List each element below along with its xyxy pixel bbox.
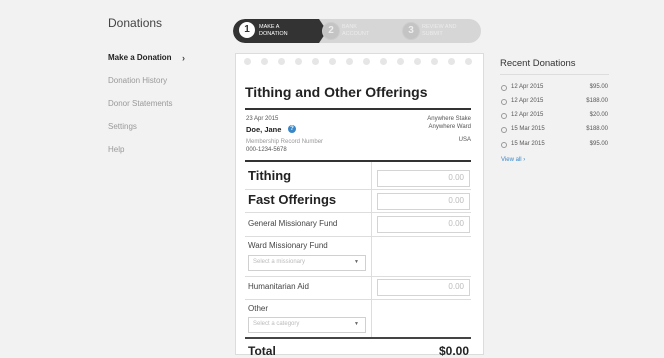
fast-offerings-amount-input[interactable]: 0.00 — [377, 193, 470, 210]
total-amount: $0.00 — [438, 344, 469, 358]
missionary-select[interactable]: Select a missionary ▼ — [248, 255, 366, 271]
country: USA — [458, 137, 471, 143]
general-missionary-amount-input[interactable]: 0.00 — [377, 216, 470, 233]
donor-name: Doe, Jane — [246, 125, 282, 134]
gift-icon — [501, 142, 507, 148]
other-label: Other — [248, 304, 269, 313]
step-label: REVIEW AND — [422, 24, 457, 30]
fast-offerings-label: Fast Offerings — [248, 192, 337, 207]
step-label: ACCOUNT — [342, 31, 370, 37]
sidebar-item-help[interactable]: Help — [108, 145, 124, 154]
step-review-submit[interactable]: 3 REVIEW AND SUBMIT — [402, 19, 478, 43]
ward-name: Anywhere Ward — [428, 124, 471, 130]
sidebar-item-donation-history[interactable]: Donation History — [108, 76, 167, 85]
step-bank-account[interactable]: 2 BANK ACCOUNT — [322, 19, 392, 43]
tithing-label: Tithing — [248, 168, 292, 183]
chevron-down-icon: ▼ — [354, 321, 359, 327]
help-icon[interactable]: ? — [288, 125, 296, 133]
divider — [245, 108, 471, 110]
sidebar-item-make-donation[interactable]: Make a Donation › — [108, 53, 185, 63]
step-number: 1 — [239, 22, 255, 38]
step-label: SUBMIT — [422, 31, 443, 37]
recent-donation-item[interactable]: 15 Mar 2015 $188.00 — [501, 126, 609, 136]
recent-donation-item[interactable]: 15 Mar 2015 $95.00 — [501, 141, 609, 151]
view-all-link[interactable]: View all › — [501, 157, 525, 163]
divider — [245, 160, 471, 162]
gift-icon — [501, 127, 507, 133]
sidebar-item-label: Make a Donation — [108, 53, 172, 62]
donation-form: Tithing and Other Offerings 23 Apr 2015 … — [235, 53, 484, 358]
perforation-dots — [240, 58, 480, 68]
membership-label: Membership Record Number — [246, 139, 324, 145]
step-make-donation[interactable]: 1 MAKE A DONATION — [233, 19, 327, 43]
sidebar-item-settings[interactable]: Settings — [108, 122, 137, 131]
recent-donation-item[interactable]: 12 Apr 2015 $188.00 — [501, 98, 609, 108]
total-label: Total — [248, 344, 276, 358]
recent-donation-item[interactable]: 12 Apr 2015 $95.00 — [501, 84, 609, 94]
stake-name: Anywhere Stake — [427, 116, 471, 122]
chevron-right-icon: › — [182, 53, 185, 63]
ward-missionary-label: Ward Missionary Fund — [248, 241, 328, 250]
humanitarian-aid-label: Humanitarian Aid — [248, 282, 309, 291]
recent-donation-item[interactable]: 12 Apr 2015 $20.00 — [501, 112, 609, 122]
sidebar-item-donor-statements[interactable]: Donor Statements — [108, 99, 172, 108]
gift-icon — [501, 85, 507, 91]
recent-donations-title: Recent Donations — [500, 58, 576, 69]
step-label: DONATION — [259, 31, 288, 37]
tithing-amount-input[interactable]: 0.00 — [377, 170, 470, 187]
membership-number: 000-1234-5678 — [246, 147, 287, 153]
chevron-down-icon: ▼ — [354, 259, 359, 265]
form-title: Tithing and Other Offerings — [245, 84, 428, 100]
step-label: MAKE A — [259, 24, 280, 30]
divider — [245, 337, 471, 339]
general-missionary-label: General Missionary Fund — [248, 219, 338, 228]
step-number: 2 — [322, 22, 340, 40]
donation-date: 23 Apr 2015 — [246, 116, 279, 122]
progress-steps: 1 MAKE A DONATION 2 BANK ACCOUNT 3 REVIE… — [233, 19, 481, 43]
humanitarian-aid-amount-input[interactable]: 0.00 — [377, 279, 470, 296]
step-number: 3 — [402, 22, 420, 40]
page-title: Donations — [108, 16, 163, 30]
divider — [500, 74, 609, 75]
gift-icon — [501, 99, 507, 105]
step-label: BANK — [342, 24, 357, 30]
category-select[interactable]: Select a category ▼ — [248, 317, 366, 333]
gift-icon — [501, 113, 507, 119]
